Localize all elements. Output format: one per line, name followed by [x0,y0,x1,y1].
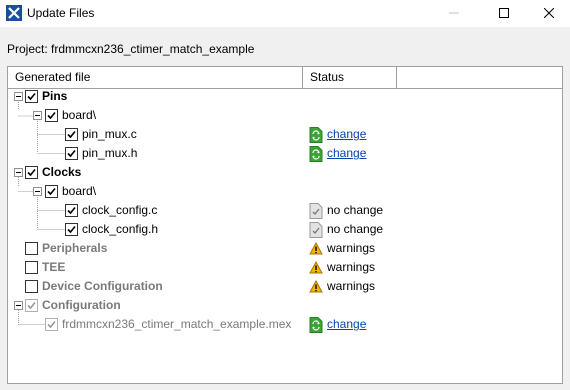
minimize-button[interactable] [431,0,477,27]
tree-label: Pins [42,89,68,103]
collapse-icon[interactable] [14,92,23,101]
clocks-board-checkbox[interactable] [45,185,58,198]
clock-config-c-checkbox[interactable] [65,204,78,217]
change-icon [309,146,323,162]
pin-mux-c-checkbox[interactable] [65,128,78,141]
tree-label: Device Configuration [42,279,163,293]
column-header-status[interactable]: Status [303,67,397,89]
no-change-icon [309,222,323,238]
collapse-icon[interactable] [33,187,42,196]
pins-checkbox[interactable] [25,90,38,103]
status-text: no change [327,222,384,236]
tree-label: board\ [62,108,97,122]
warning-icon [309,260,323,276]
status-link-change[interactable]: change [327,125,366,144]
mex-file-checkbox [45,318,58,331]
generated-files-tree[interactable]: Generated file Status Pins board\ pin_mu… [7,66,563,384]
collapse-icon[interactable] [33,111,42,120]
tree-row-clock-config-c[interactable]: clock_config.c no change [8,201,562,220]
change-icon [309,127,323,143]
tree-label: clock_config.h [82,222,159,236]
status-text: warnings [327,260,376,274]
tree-row-pin-mux-h[interactable]: pin_mux.h change [8,144,562,163]
tree-row-pins-board[interactable]: board\ [8,106,562,125]
tree-label: clock_config.c [82,203,158,217]
minimize-icon [449,7,459,21]
tree-row-mex-file[interactable]: frdmmcxn236_ctimer_match_example.mex cha… [8,315,562,334]
warning-icon [309,241,323,257]
tree-row-pin-mux-c[interactable]: pin_mux.c change [8,125,562,144]
status-text: warnings [327,279,376,293]
peripherals-checkbox[interactable] [25,242,38,255]
tree-row-peripherals[interactable]: Peripherals warnings [8,239,562,258]
tee-checkbox[interactable] [25,261,38,274]
collapse-icon[interactable] [14,301,23,310]
tree-label: Peripherals [42,241,108,255]
project-name: Project: frdmmcxn236_ctimer_match_exampl… [7,42,255,56]
window-title: Update Files [27,6,95,20]
maximize-button[interactable] [481,0,527,27]
collapse-icon[interactable] [14,168,23,177]
tree-row-clocks[interactable]: Clocks [8,163,562,182]
column-header-filler [397,67,562,89]
status-link-change[interactable]: change [327,144,366,163]
tree-label: frdmmcxn236_ctimer_match_example.mex [62,317,292,331]
pins-board-checkbox[interactable] [45,109,58,122]
tree-label: Configuration [42,298,121,312]
app-icon [6,5,22,21]
tree-label: board\ [62,184,97,198]
change-icon [309,317,323,333]
tree-row-pins[interactable]: Pins [8,87,562,106]
device-configuration-checkbox[interactable] [25,280,38,293]
status-link-change[interactable]: change [327,315,366,334]
tree-label: pin_mux.h [82,146,138,160]
tree-label: TEE [42,260,66,274]
status-text: no change [327,203,384,217]
maximize-icon [499,7,509,21]
status-text: warnings [327,241,376,255]
clocks-checkbox[interactable] [25,166,38,179]
clock-config-h-checkbox[interactable] [65,223,78,236]
pin-mux-h-checkbox[interactable] [65,147,78,160]
close-icon [543,7,555,21]
tree-row-clock-config-h[interactable]: clock_config.h no change [8,220,562,239]
tree-label: pin_mux.c [82,127,137,141]
warning-icon [309,279,323,295]
title-bar: Update Files [0,0,570,27]
tree-row-tee[interactable]: TEE warnings [8,258,562,277]
tree-row-device-configuration[interactable]: Device Configuration warnings [8,277,562,296]
tree-row-clocks-board[interactable]: board\ [8,182,562,201]
configuration-checkbox [25,299,38,312]
no-change-icon [309,203,323,219]
close-button[interactable] [526,0,570,27]
tree-label: Clocks [42,165,82,179]
tree-row-configuration[interactable]: Configuration [8,296,562,315]
